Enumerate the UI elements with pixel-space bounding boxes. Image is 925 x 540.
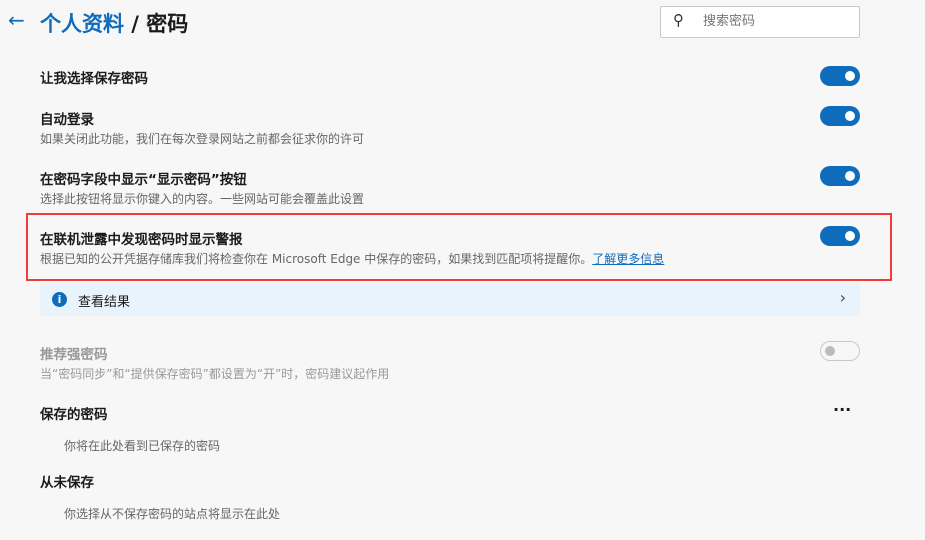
breadcrumb-profile[interactable]: 个人资料 [40, 12, 124, 36]
breadcrumb-separator: / [124, 12, 147, 36]
setting-reveal-title: 在密码字段中显示“显示密码”按钮 [40, 172, 247, 188]
setting-reveal-desc: 选择此按钮将显示你键入的内容。一些网站可能会覆盖此设置 [40, 192, 365, 206]
strong-password-toggle[interactable] [820, 341, 860, 361]
back-arrow-icon[interactable]: ← [8, 8, 25, 32]
chevron-right-icon: › [839, 288, 846, 307]
leak-desc-text: 根据已知的公开凭据存储库我们将检查你在 Microsoft Edge 中保存的密… [40, 252, 593, 266]
setting-strong-desc: 当“密码同步”和“提供保存密码”都设置为“开”时，密码建议起作用 [40, 367, 390, 381]
setting-leak-title: 在联机泄露中发现密码时显示警报 [40, 232, 243, 248]
saved-passwords-empty: 你将在此处看到已保存的密码 [64, 439, 221, 453]
offer-save-toggle[interactable] [820, 66, 860, 86]
setting-autosignin-title: 自动登录 [40, 112, 94, 128]
search-icon: ⚲ [673, 11, 684, 29]
never-saved-title: 从未保存 [40, 475, 94, 491]
never-saved-empty: 你选择从不保存密码的站点将显示在此处 [64, 507, 281, 521]
autosignin-toggle[interactable] [820, 106, 860, 126]
search-input[interactable] [701, 13, 855, 30]
setting-strong-title: 推荐强密码 [40, 347, 108, 363]
more-actions-icon[interactable]: ··· [833, 400, 851, 419]
learn-more-link[interactable]: 了解更多信息 [592, 252, 664, 266]
view-results-label: 查看结果 [78, 295, 131, 310]
setting-leak-desc: 根据已知的公开凭据存储库我们将检查你在 Microsoft Edge 中保存的密… [40, 250, 664, 267]
leak-toggle[interactable] [820, 226, 860, 246]
search-box[interactable]: ⚲ [660, 6, 860, 38]
breadcrumb-current: 密码 [146, 12, 189, 36]
reveal-toggle[interactable] [820, 166, 860, 186]
view-results-row[interactable]: i 查看结果 › [40, 283, 860, 316]
page-title: 个人资料 / 密码 [40, 8, 188, 38]
info-icon: i [52, 292, 67, 307]
setting-offer-save-title: 让我选择保存密码 [40, 71, 148, 87]
setting-autosignin-desc: 如果关闭此功能，我们在每次登录网站之前都会征求你的许可 [40, 132, 365, 146]
saved-passwords-title: 保存的密码 [40, 407, 108, 423]
